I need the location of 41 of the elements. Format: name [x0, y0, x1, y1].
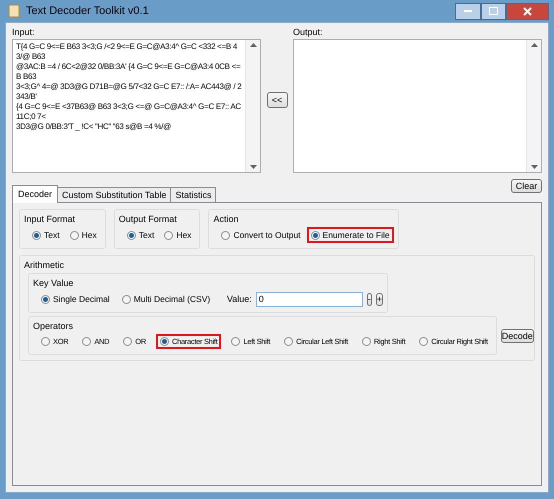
group-title: Key Value	[33, 278, 74, 288]
radio-option[interactable]: Text	[122, 227, 158, 243]
scrollbar[interactable]	[245, 40, 260, 172]
radio-option[interactable]: Hex	[66, 227, 101, 243]
tab[interactable]: Custom Substitution Table	[57, 187, 172, 203]
scrollbar[interactable]	[526, 40, 541, 172]
maximize-icon	[489, 7, 498, 15]
group-title: Output Format	[118, 214, 178, 224]
tab[interactable]: Decoder	[12, 185, 58, 203]
radio-option[interactable]: Text	[28, 227, 64, 243]
value-label: Value:	[226, 294, 252, 304]
minus-button[interactable]: -	[366, 292, 372, 306]
group-title: Input Format	[24, 214, 76, 224]
scroll-up-icon[interactable]	[530, 43, 538, 47]
window-title: Text Decoder Toolkit v0.1	[26, 5, 150, 17]
radio-option[interactable]: Hex	[160, 227, 196, 243]
radio-option[interactable]: Convert to Output	[217, 227, 305, 243]
value-field[interactable]: 0	[256, 292, 363, 306]
close-icon	[523, 6, 532, 16]
close-button[interactable]	[506, 2, 549, 20]
group-title: Operators	[33, 321, 74, 331]
minimize-icon	[464, 10, 472, 12]
scroll-up-icon[interactable]	[250, 43, 256, 47]
clear-button[interactable]: Clear	[511, 179, 542, 193]
input-label: Input:	[12, 27, 36, 37]
radio-option[interactable]: Single Decimal	[37, 291, 114, 307]
decode-button[interactable]: Decode	[500, 328, 534, 342]
swap-button[interactable]: <<	[266, 92, 288, 108]
radio-option[interactable]: Enumerate to File	[306, 227, 394, 243]
plus-button[interactable]: +	[376, 292, 383, 306]
scroll-down-icon[interactable]	[530, 165, 538, 169]
tab[interactable]: Statistics	[170, 187, 216, 203]
group-title: Action	[213, 214, 240, 224]
app-icon	[7, 4, 21, 18]
input-text-area[interactable]: T{4 G=C 9<=E B63 3<3;G /<2 9<=E G=C@A3:4^ G=C <332 <=B 43/@ B63 @3AC:B =4 / 6C<2@32 0/BB:3A' {4 G=C 9<=E G=C@A3:4 0CB <=B B63 3<3;G^ 4=@ 3D3@G D71B=@G 5/7<32 G=C E7:: /:A= AC443@ / 2343/B' {4 G=C 9<=E <37B63@ B63 3<3;G <=@ G=C@A3:4^ G=C E7:: AC11C;0 7< 3D3@G 0/BB:3'T _ !C< ''HC'' ''63 s@B =4 %/@	[12, 39, 261, 173]
maximize-button[interactable]	[481, 2, 506, 20]
radio-option[interactable]: Multi Decimal (CSV)	[118, 291, 214, 307]
scroll-down-icon[interactable]	[250, 165, 256, 169]
output-label: Output:	[293, 27, 324, 37]
minimize-button[interactable]	[455, 2, 481, 20]
group-title: Arithmetic	[24, 260, 66, 270]
